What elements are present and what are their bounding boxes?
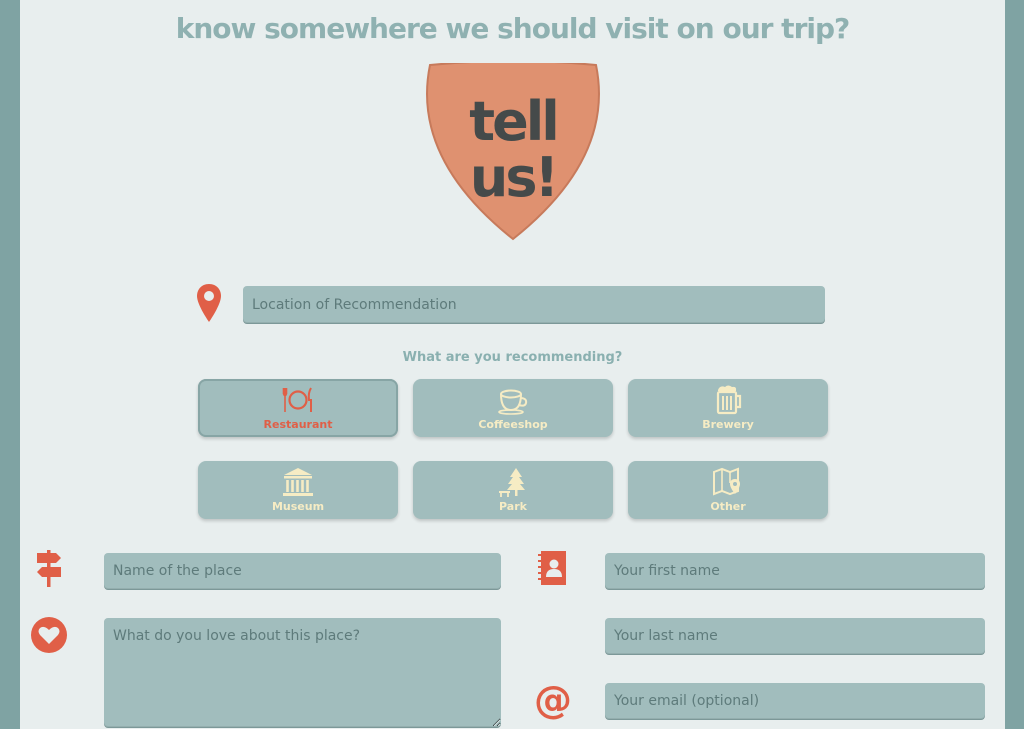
badge-line1: tell — [469, 90, 556, 153]
category-question: What are you recommending? — [402, 350, 623, 365]
category-label: Coffeeshop — [478, 418, 548, 431]
svg-text:@: @ — [534, 681, 572, 721]
category-coffeeshop-button[interactable]: Coffeeshop — [413, 379, 613, 437]
category-other-button[interactable]: Other — [628, 461, 828, 519]
category-label: Other — [710, 500, 746, 513]
heart-icon — [31, 617, 67, 653]
category-label: Restaurant — [263, 418, 333, 431]
first-name-input[interactable] — [605, 553, 985, 589]
location-pin-icon — [197, 284, 221, 322]
last-name-input[interactable] — [605, 618, 985, 654]
love-about-place-textarea[interactable] — [104, 618, 501, 727]
page-headline: know somewhere we should visit on our tr… — [175, 12, 851, 45]
at-sign-icon: @ — [534, 681, 572, 721]
signpost-icon — [37, 550, 61, 587]
category-label: Museum — [271, 500, 325, 513]
location-input[interactable] — [243, 286, 825, 323]
category-label: Brewery — [702, 418, 754, 431]
category-label: Park — [499, 500, 527, 513]
place-name-input[interactable] — [104, 553, 501, 589]
beer-mug-icon — [716, 385, 742, 415]
category-museum-button[interactable]: Museum — [198, 461, 398, 519]
contact-book-icon — [538, 551, 566, 585]
page: know somewhere we should visit on our tr… — [20, 0, 1005, 729]
badge-line2: us! — [470, 146, 556, 209]
tell-us-shield-logo: tell us! — [426, 63, 600, 241]
museum-building-icon — [283, 468, 313, 496]
category-restaurant-button[interactable]: Restaurant — [198, 379, 398, 437]
fork-plate-knife-icon — [282, 387, 312, 412]
map-pin-icon — [713, 467, 740, 496]
email-input[interactable] — [605, 683, 985, 719]
category-park-button[interactable]: Park — [413, 461, 613, 519]
category-brewery-button[interactable]: Brewery — [628, 379, 828, 437]
coffee-cup-icon — [498, 389, 528, 415]
tree-bench-icon — [499, 468, 525, 497]
